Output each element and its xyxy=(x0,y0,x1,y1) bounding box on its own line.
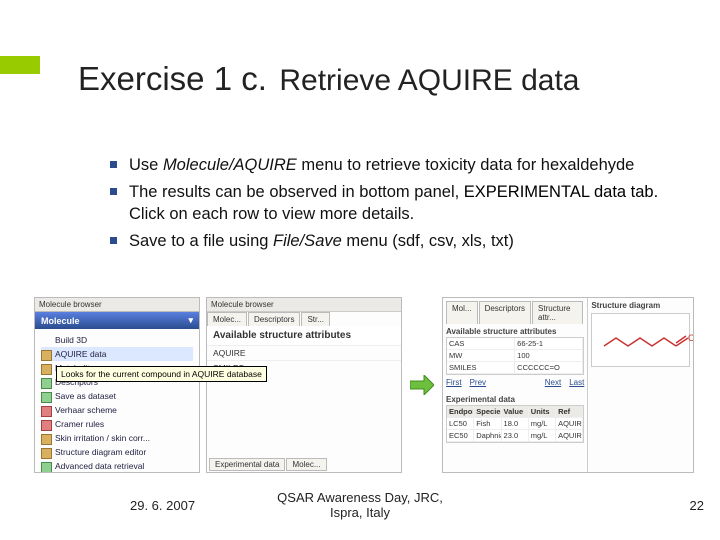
tab[interactable]: Mol... xyxy=(446,301,478,324)
menu-item[interactable]: Advanced data retrieval xyxy=(41,459,193,473)
accent-block xyxy=(0,56,40,74)
nav-next[interactable]: Next xyxy=(545,378,561,387)
title-main: Exercise 1 c. xyxy=(78,60,267,97)
nav-first[interactable]: First xyxy=(446,378,462,387)
exp-grid: Endpoint Species Value Units Ref LC50 Fi… xyxy=(446,405,584,443)
bullet-icon xyxy=(110,237,117,244)
menu-item[interactable]: Save as dataset xyxy=(41,389,193,403)
bottom-tab-experimental[interactable]: Experimental data xyxy=(209,458,285,471)
title-sub: Retrieve AQUIRE data xyxy=(279,64,579,97)
bullet-item: Use Molecule/AQUIRE menu to retrieve tox… xyxy=(110,155,670,176)
attr-heading: Available structure attributes xyxy=(207,326,401,345)
bottom-tab[interactable]: Molec... xyxy=(286,458,326,471)
tab[interactable]: Structure attr... xyxy=(532,301,583,324)
details-screenshot: Mol... Descriptors Structure attr... Ava… xyxy=(442,297,694,473)
tab[interactable]: Descriptors xyxy=(479,301,531,324)
menu-item[interactable]: Cramer rules xyxy=(41,417,193,431)
footer-center: QSAR Awareness Day, JRC, Ispra, Italy xyxy=(0,490,720,520)
menu-item[interactable]: Verhaar scheme xyxy=(41,403,193,417)
menu-item[interactable]: Structure diagram editor xyxy=(41,445,193,459)
table-row[interactable]: EC50 Daphnia 23.0 mg/L AQUIRE xyxy=(447,430,583,442)
menu-item[interactable]: Skin irritation / skin corr... xyxy=(41,431,193,445)
bullet-item: Save to a file using File/Save menu (sdf… xyxy=(110,231,670,252)
bullet-icon xyxy=(110,161,117,168)
section-title: Available structure attributes xyxy=(446,326,584,337)
molecule-browser-screenshot: Molecule browser Molec... Descriptors St… xyxy=(206,297,402,473)
tab[interactable]: Str... xyxy=(301,312,329,326)
menu-title: Molecule ▾ xyxy=(35,312,199,329)
menu-item-aquire[interactable]: AQUIRE data xyxy=(41,347,193,361)
browser-header: Molecule browser xyxy=(35,298,199,312)
attr-grid: CAS66-25-1 MW100 SMILESCCCCCC=O xyxy=(446,337,584,375)
tab[interactable]: Molec... xyxy=(207,312,247,326)
struct-title: Structure diagram xyxy=(591,301,690,310)
table-row[interactable]: LC50 Fish 18.0 mg/L AQUIRE xyxy=(447,418,583,430)
nav-last[interactable]: Last xyxy=(569,378,584,387)
exp-title: Experimental data xyxy=(446,394,584,405)
molecule-menu-screenshot: Molecule browser Molecule ▾ Build 3D AQU… xyxy=(34,297,200,473)
bullet-item: The results can be observed in bottom pa… xyxy=(110,182,670,225)
structure-diagram: O xyxy=(591,313,690,367)
bullet-icon xyxy=(110,188,117,195)
bullet-list: Use Molecule/AQUIRE menu to retrieve tox… xyxy=(110,155,670,259)
menu-item[interactable]: Build 3D xyxy=(41,333,193,347)
tooltip: Looks for the current compound in AQUIRE… xyxy=(56,366,267,382)
nav-prev[interactable]: Prev xyxy=(470,378,486,387)
arrow-icon xyxy=(408,297,436,473)
dropdown-icon: ▾ xyxy=(188,315,193,326)
browser-title: Molecule browser xyxy=(207,298,401,312)
slide-title: Exercise 1 c. Retrieve AQUIRE data xyxy=(78,60,580,98)
svg-text:O: O xyxy=(688,333,694,343)
footer-page: 22 xyxy=(690,498,704,513)
attr-row: AQUIRE xyxy=(207,345,401,360)
tab[interactable]: Descriptors xyxy=(248,312,300,326)
